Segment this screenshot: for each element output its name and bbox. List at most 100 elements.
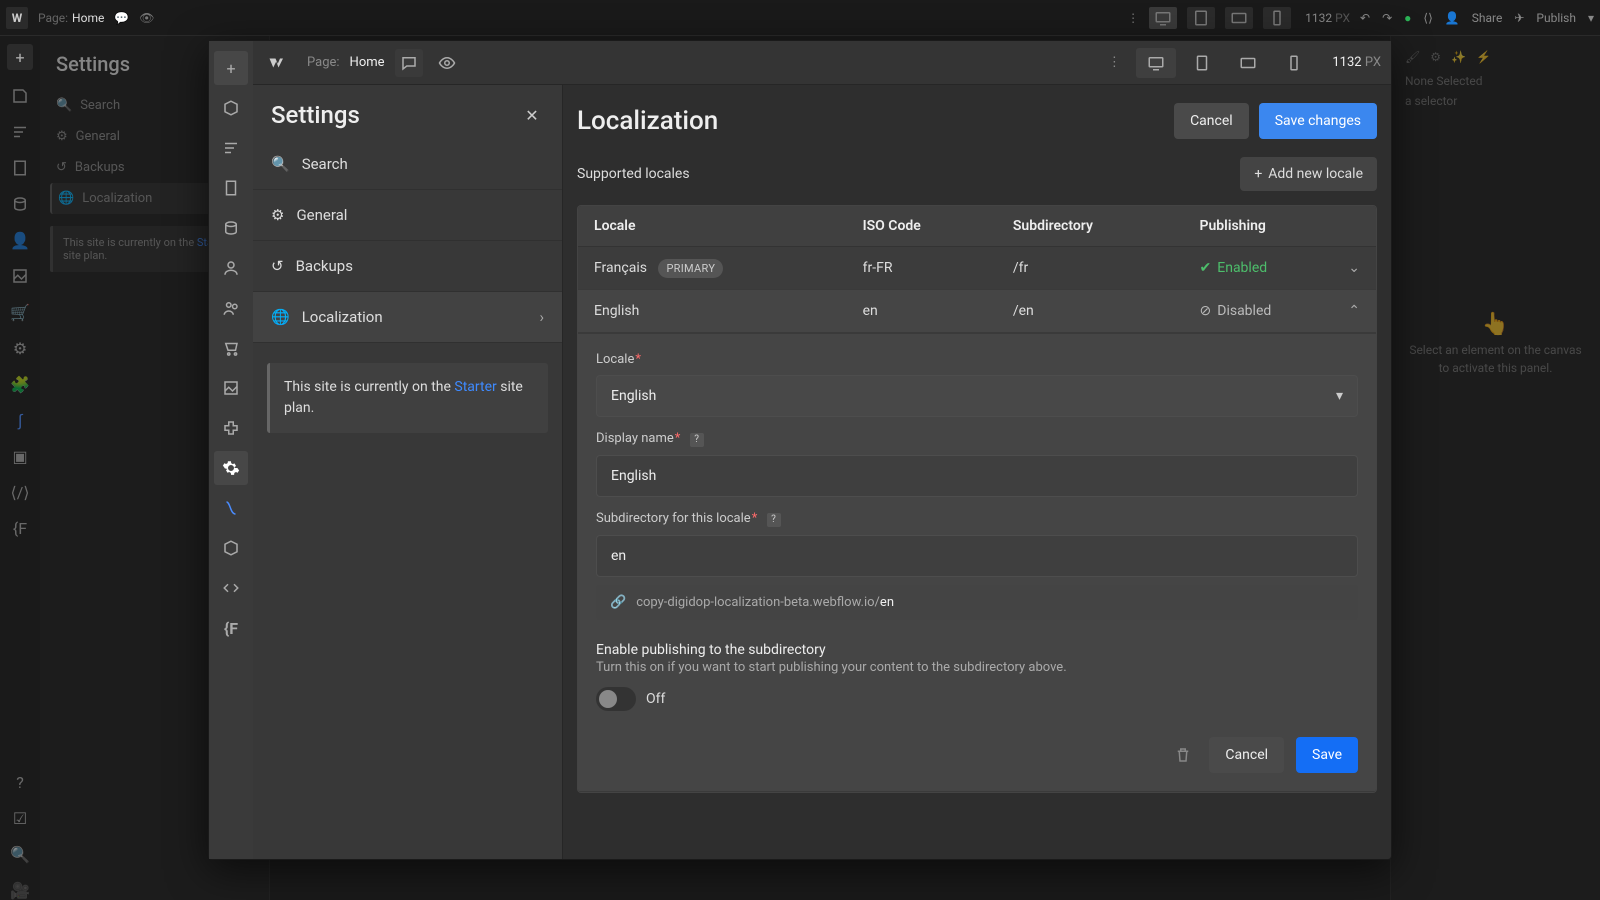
apps-icon[interactable]: 🧩: [10, 374, 30, 394]
modal-add-icon[interactable]: +: [214, 51, 248, 85]
modal-pages-icon[interactable]: [214, 91, 248, 125]
chevron-up-icon[interactable]: ⌃: [1348, 303, 1360, 319]
page-name[interactable]: Home: [72, 11, 104, 25]
breakpoint-desktop-icon[interactable]: [1149, 7, 1177, 29]
panel-cancel-button[interactable]: Cancel: [1174, 103, 1249, 139]
modal-ecommerce-icon[interactable]: [214, 331, 248, 365]
share-button[interactable]: Share: [1472, 11, 1503, 25]
modal-variables-icon[interactable]: [214, 531, 248, 565]
code-icon[interactable]: ⟨⟩: [1423, 11, 1432, 25]
webflow-logo-icon[interactable]: W: [6, 7, 28, 29]
panel-save-changes-button[interactable]: Save changes: [1259, 103, 1377, 139]
breakpoint-mobile-icon[interactable]: [1263, 7, 1291, 29]
components-icon[interactable]: [10, 158, 30, 178]
modal-more-icon[interactable]: ⋮: [1102, 48, 1126, 78]
delete-locale-icon[interactable]: [1169, 741, 1197, 769]
modal-settings-icon[interactable]: [214, 451, 248, 485]
col-subdir: Subdirectory: [997, 206, 1184, 247]
custom-code-icon[interactable]: {F: [10, 518, 30, 538]
modal-cms-icon[interactable]: [214, 211, 248, 245]
display-help-icon[interactable]: ?: [690, 433, 704, 447]
settings-modal: Page: Home ⋮ 1132 PX + {F Setti: [208, 40, 1392, 860]
locale-select[interactable]: English: [596, 375, 1358, 417]
locales-table-card: Locale ISO Code Subdirectory Publishing …: [577, 205, 1377, 793]
modal-users2-icon[interactable]: [214, 291, 248, 325]
style-interactions-icon[interactable]: ✨: [1451, 50, 1466, 64]
history-icon: ↺: [271, 257, 284, 275]
publish-icon[interactable]: ✈: [1514, 11, 1524, 25]
redo-icon[interactable]: ↷: [1382, 11, 1392, 25]
style-gear-icon[interactable]: ⚙: [1430, 50, 1441, 64]
publish-button[interactable]: Publish: [1536, 11, 1576, 25]
checklist-icon[interactable]: ☑: [10, 808, 30, 828]
modal-users-icon[interactable]: [214, 251, 248, 285]
add-locale-button[interactable]: + Add new locale: [1240, 157, 1377, 191]
topbar-right-group: ↶ ↷ ● ⟨⟩ 👤 Share ✈ Publish ▾: [1360, 11, 1594, 25]
canvas-hint-line2: to activate this panel.: [1405, 359, 1586, 377]
comments-icon[interactable]: 💬: [114, 11, 129, 25]
search-rail-icon[interactable]: 🔍: [10, 844, 30, 864]
modal-assets-icon[interactable]: [214, 371, 248, 405]
enable-publish-toggle[interactable]: [596, 687, 636, 711]
supported-locales-label: Supported locales: [577, 166, 1240, 182]
audit-icon[interactable]: ⟨/⟩: [10, 482, 30, 502]
cms-icon[interactable]: [10, 194, 30, 214]
col-publishing: Publishing: [1184, 206, 1376, 247]
breakpoint-tablet-landscape-icon[interactable]: [1225, 7, 1253, 29]
modal-code-icon[interactable]: [214, 571, 248, 605]
style-brush-icon[interactable]: 🖌: [1405, 50, 1420, 64]
undo-icon[interactable]: ↶: [1360, 11, 1370, 25]
form-cancel-button[interactable]: Cancel: [1209, 737, 1284, 773]
modal-apps-icon[interactable]: [214, 411, 248, 445]
page-label: Page:: [38, 11, 68, 25]
locale-row-fr[interactable]: Français PRIMARY fr-FR /fr ✔Enabled ⌄: [578, 247, 1376, 290]
help-icon[interactable]: ?: [10, 772, 30, 792]
subdir-help-icon[interactable]: ?: [767, 513, 781, 527]
form-save-button[interactable]: Save: [1296, 737, 1358, 773]
modal-left-rail: + {F: [209, 41, 253, 859]
locale-row-en[interactable]: English en /en ⊘Disabled ⌃: [578, 290, 1376, 333]
display-name-input[interactable]: [596, 455, 1358, 497]
settings-backups-item[interactable]: ↺ Backups: [253, 241, 562, 292]
chevron-down-icon[interactable]: ⌄: [1348, 260, 1360, 276]
modal-breakpoint-mobile-icon[interactable]: [1274, 48, 1314, 78]
settings-general-label: General: [296, 206, 347, 224]
modal-navigator-icon[interactable]: [214, 131, 248, 165]
global-topbar: W Page: Home 💬 👁 ⋮ 1132 PX ↶ ↷ ● ⟨⟩ 👤 Sh…: [0, 0, 1600, 36]
modal-breakpoint-tablet-landscape-icon[interactable]: [1228, 48, 1268, 78]
modal-custom-font-icon[interactable]: {F: [214, 611, 248, 645]
users-icon[interactable]: 👤: [10, 230, 30, 250]
navigator-icon[interactable]: [10, 122, 30, 142]
modal-breakpoint-tablet-icon[interactable]: [1182, 48, 1222, 78]
publish-chevron-icon[interactable]: ▾: [1588, 11, 1594, 25]
assets-icon[interactable]: [10, 266, 30, 286]
plus-icon: +: [1254, 166, 1262, 182]
video-icon[interactable]: 🎥: [10, 880, 30, 900]
ecommerce-icon[interactable]: 🛒: [10, 302, 30, 322]
settings-search-item[interactable]: 🔍 Search: [253, 139, 562, 190]
add-element-icon[interactable]: +: [7, 44, 33, 70]
settings-general-item[interactable]: ⚙ General: [253, 190, 562, 241]
logic-icon[interactable]: ∫: [10, 410, 30, 430]
style-effects-icon[interactable]: ⚡: [1476, 50, 1491, 64]
modal-components-icon[interactable]: [214, 171, 248, 205]
preview-eye-icon[interactable]: 👁: [139, 11, 154, 25]
modal-webflow-logo-icon[interactable]: [263, 49, 291, 77]
modal-preview-icon[interactable]: [433, 49, 461, 77]
close-settings-icon[interactable]: ✕: [520, 103, 544, 127]
breakpoint-tablet-icon[interactable]: [1187, 7, 1215, 29]
share-icon[interactable]: 👤: [1445, 11, 1460, 25]
variables-icon[interactable]: ▣: [10, 446, 30, 466]
settings-localization-item[interactable]: 🌐 Localization ›: [253, 292, 562, 343]
modal-comments-icon[interactable]: [395, 49, 423, 77]
modal-canvas-width: 1132: [1332, 55, 1361, 70]
subdir-input[interactable]: [596, 535, 1358, 577]
pages-icon[interactable]: [10, 86, 30, 106]
starter-link[interactable]: Starter: [454, 379, 496, 395]
modal-page-name[interactable]: Home: [350, 55, 385, 70]
more-vertical-icon[interactable]: ⋮: [1127, 11, 1139, 25]
modal-breakpoint-desktop-icon[interactable]: [1136, 48, 1176, 78]
settings-rail-icon[interactable]: ⚙: [10, 338, 30, 358]
link-icon: 🔗: [610, 595, 626, 610]
modal-logic-icon[interactable]: [214, 491, 248, 525]
